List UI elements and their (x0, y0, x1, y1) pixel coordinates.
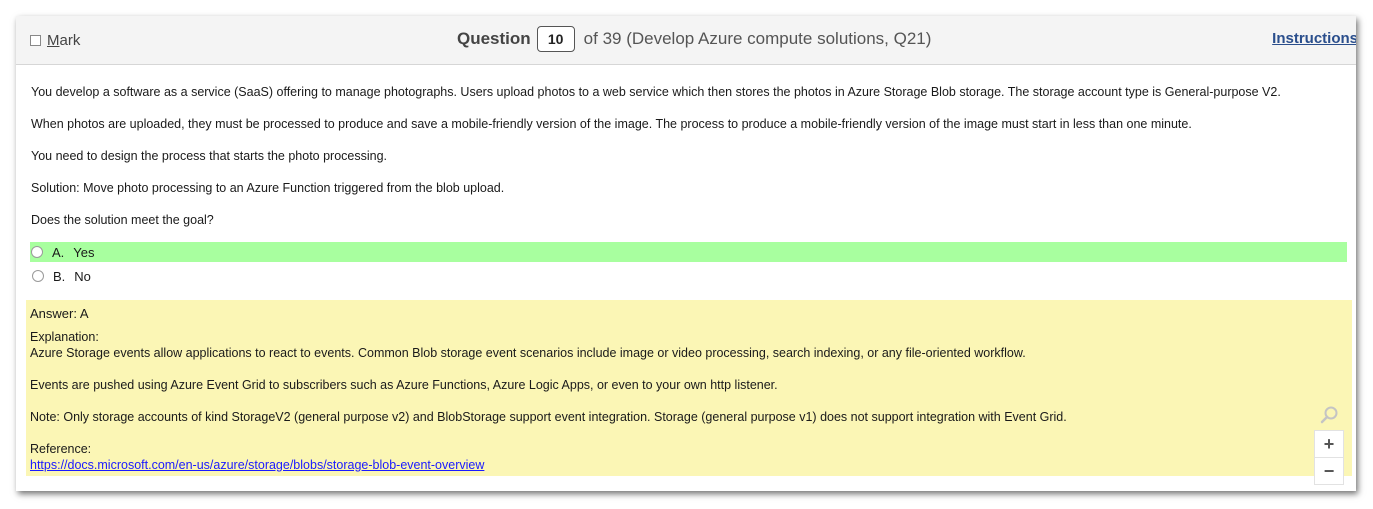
explanation-paragraph: Azure Storage events allow applications … (30, 346, 1026, 360)
option-a[interactable]: A. Yes (30, 242, 1347, 262)
question-paragraph: When photos are uploaded, they must be p… (31, 117, 1192, 131)
option-a-radio[interactable] (31, 246, 43, 258)
question-paragraph: Does the solution meet the goal? (31, 213, 214, 227)
option-a-letter: A. (52, 244, 65, 260)
mark-label-rest: ark (59, 32, 81, 49)
zoom-out-button[interactable]: − (1314, 457, 1344, 485)
question-number-input[interactable]: 10 (536, 26, 575, 52)
answer-explanation-panel: Answer: A Explanation: Azure Storage eve… (26, 300, 1352, 485)
question-navigator: Question 10 of 39 (Develop Azure compute… (457, 26, 931, 52)
question-of-total: of 39 (Develop Azure compute solutions, … (583, 29, 932, 48)
question-paragraph: You need to design the process that star… (31, 149, 388, 163)
option-b-text: No (74, 268, 91, 284)
mark-checkbox-group[interactable]: Mark (30, 32, 80, 49)
instructions-link[interactable]: Instructions (1272, 30, 1356, 47)
question-paragraph: Solution: Move photo processing to an Az… (31, 181, 505, 195)
mark-label-accesskey: M (47, 32, 60, 49)
question-header: Mark Question 10 of 39 (Develop Azure co… (16, 16, 1356, 65)
explanation-paragraph: Note: Only storage accounts of kind Stor… (30, 410, 1067, 424)
mark-checkbox[interactable] (30, 35, 41, 46)
explanation-paragraph: Events are pushed using Azure Event Grid… (30, 378, 778, 392)
zoom-in-button[interactable]: + (1314, 430, 1344, 458)
question-word: Question (457, 29, 531, 48)
question-paragraph: You develop a software as a service (Saa… (31, 85, 1281, 99)
explanation-label: Explanation: (30, 330, 99, 344)
magnifier-icon[interactable] (1316, 402, 1344, 428)
mark-label[interactable]: Mark (47, 32, 80, 49)
option-b-letter: B. (53, 268, 66, 284)
answer-line: Answer: A (30, 306, 89, 321)
question-window: Mark Question 10 of 39 (Develop Azure co… (16, 16, 1356, 491)
reference-label: Reference: (30, 442, 92, 456)
option-b-radio[interactable] (32, 270, 44, 282)
option-a-text: Yes (73, 244, 95, 260)
magnifier-icon-graphic (1320, 406, 1338, 424)
reference-link[interactable]: https://docs.microsoft.com/en-us/azure/s… (30, 458, 484, 472)
option-b[interactable]: B. No (31, 266, 91, 286)
